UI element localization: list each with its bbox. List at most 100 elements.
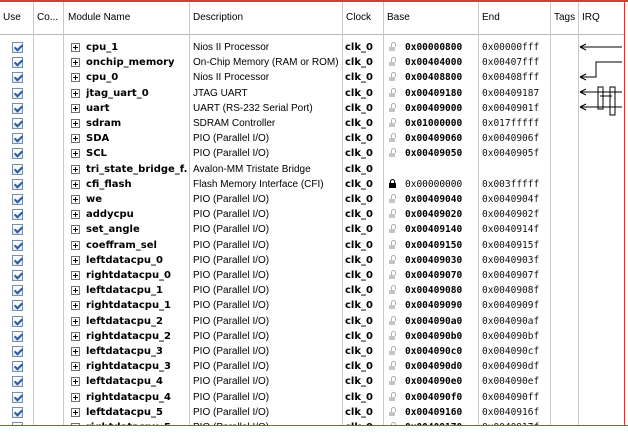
base-address[interactable]: 0x004090d0 xyxy=(405,359,477,374)
expand-plus-icon[interactable] xyxy=(71,407,80,417)
table-row[interactable]: jtag_uart_0 JTAG UART clk_0 0x00409180 0x004… xyxy=(0,86,624,101)
module-name[interactable]: jtag_uart_0 xyxy=(86,86,188,101)
use-checkbox[interactable] xyxy=(12,391,23,403)
table-row[interactable]: tri_state_bridge_f... Avalon-MM Tristate … xyxy=(0,162,624,177)
module-name[interactable]: rightdatacpu_4 xyxy=(86,390,188,405)
unlocked-icon[interactable] xyxy=(389,330,396,340)
unlocked-icon[interactable] xyxy=(389,300,396,310)
irq-connection-icon[interactable] xyxy=(578,40,624,120)
base-address[interactable]: 0x00409070 xyxy=(405,268,477,283)
expand-plus-icon[interactable] xyxy=(71,134,80,144)
clock-source[interactable]: clk_0 xyxy=(345,55,382,70)
clock-source[interactable]: clk_0 xyxy=(345,359,382,374)
column-header-clock[interactable]: Clock xyxy=(343,2,381,35)
column-header-connections[interactable]: Co... xyxy=(34,2,62,35)
expand-plus-icon[interactable] xyxy=(71,331,80,341)
unlocked-icon[interactable] xyxy=(389,270,396,279)
base-address[interactable]: 0x00409150 xyxy=(405,238,477,253)
module-name[interactable]: SDA xyxy=(86,131,188,146)
base-address[interactable]: 0x00409020 xyxy=(405,207,477,222)
unlocked-icon[interactable] xyxy=(389,194,396,203)
unlocked-icon[interactable] xyxy=(389,57,396,67)
module-name[interactable]: coeffram_sel xyxy=(86,238,188,253)
use-checkbox[interactable] xyxy=(12,300,23,312)
table-row[interactable]: leftdatacpu_5 PIO (Parallel I/O) clk_0 0x00… xyxy=(0,405,624,420)
use-checkbox[interactable] xyxy=(12,133,23,145)
base-address[interactable]: 0x004090f0 xyxy=(405,390,477,405)
clock-source[interactable]: clk_0 xyxy=(345,70,382,85)
module-name[interactable]: cfi_flash xyxy=(86,177,188,192)
table-row[interactable]: leftdatacpu_0 PIO (Parallel I/O) clk_0 0x00… xyxy=(0,253,624,268)
expand-plus-icon[interactable] xyxy=(71,88,80,98)
expand-plus-icon[interactable] xyxy=(71,225,80,235)
use-checkbox[interactable] xyxy=(12,346,23,357)
table-row[interactable]: coeffram_sel PIO (Parallel I/O) clk_0 0x004… xyxy=(0,238,624,253)
unlocked-icon[interactable] xyxy=(389,391,396,401)
base-address[interactable]: 0x00409050 xyxy=(405,146,477,161)
base-address[interactable]: 0x00409030 xyxy=(405,253,477,268)
expand-plus-icon[interactable] xyxy=(71,377,80,387)
table-row[interactable]: rightdatacpu_1 PIO (Parallel I/O) clk_0 0x0… xyxy=(0,298,624,313)
base-address[interactable]: 0x00409040 xyxy=(405,192,477,207)
clock-source[interactable]: clk_0 xyxy=(345,314,382,329)
column-header-irq[interactable]: IRQ xyxy=(579,2,624,35)
module-name[interactable]: addycpu xyxy=(86,207,188,222)
unlocked-icon[interactable] xyxy=(389,361,396,371)
expand-plus-icon[interactable] xyxy=(71,149,80,159)
column-header-use[interactable]: Use xyxy=(0,2,32,35)
use-checkbox[interactable] xyxy=(12,315,23,327)
base-address[interactable]: 0x01000000 xyxy=(405,116,477,131)
expand-plus-icon[interactable] xyxy=(71,286,80,296)
use-checkbox[interactable] xyxy=(12,209,23,221)
use-checkbox[interactable] xyxy=(12,330,23,342)
module-name[interactable]: rightdatacpu_2 xyxy=(86,329,188,344)
expand-plus-icon[interactable] xyxy=(71,255,80,265)
column-header-description[interactable]: Description xyxy=(190,2,340,35)
table-row[interactable]: rightdatacpu_2 PIO (Parallel I/O) clk_0 0x0… xyxy=(0,329,624,344)
unlocked-icon[interactable] xyxy=(389,118,396,127)
unlocked-icon[interactable] xyxy=(389,42,396,51)
unlocked-icon[interactable] xyxy=(389,285,396,295)
expand-plus-icon[interactable] xyxy=(71,347,80,356)
module-name[interactable]: rightdatacpu_0 xyxy=(86,268,188,283)
module-name[interactable]: leftdatacpu_1 xyxy=(86,283,188,298)
use-checkbox[interactable] xyxy=(12,376,23,388)
module-name[interactable]: set_angle xyxy=(86,222,188,237)
clock-source[interactable]: clk_0 xyxy=(345,162,382,177)
clock-source[interactable]: clk_0 xyxy=(345,344,382,359)
unlocked-icon[interactable] xyxy=(389,72,396,82)
module-name[interactable]: cpu_1 xyxy=(86,40,188,55)
expand-plus-icon[interactable] xyxy=(71,103,80,113)
unlocked-icon[interactable] xyxy=(389,148,396,158)
unlocked-icon[interactable] xyxy=(389,209,396,219)
module-name[interactable]: leftdatacpu_5 xyxy=(86,405,188,420)
module-name[interactable]: onchip_memory xyxy=(86,55,188,70)
use-checkbox[interactable] xyxy=(12,239,23,251)
expand-plus-icon[interactable] xyxy=(71,73,80,83)
table-row[interactable]: leftdatacpu_4 PIO (Parallel I/O) clk_0 0x00… xyxy=(0,374,624,389)
column-header-base[interactable]: Base xyxy=(384,2,476,35)
clock-source[interactable]: clk_0 xyxy=(345,116,382,131)
use-checkbox[interactable] xyxy=(12,406,23,418)
table-row[interactable]: sdram SDRAM Controller clk_0 0x01000000 0x01… xyxy=(0,116,624,131)
expand-plus-icon[interactable] xyxy=(71,392,80,402)
module-name[interactable]: leftdatacpu_0 xyxy=(86,253,188,268)
clock-source[interactable]: clk_0 xyxy=(345,177,382,192)
unlocked-icon[interactable] xyxy=(389,239,396,249)
table-row[interactable]: addycpu PIO (Parallel I/O) clk_0 0x00409020… xyxy=(0,207,624,222)
clock-source[interactable]: clk_0 xyxy=(345,238,382,253)
base-address[interactable] xyxy=(405,162,477,177)
table-row[interactable]: leftdatacpu_2 PIO (Parallel I/O) clk_0 0x00… xyxy=(0,314,624,329)
expand-plus-icon[interactable] xyxy=(71,179,80,189)
clock-source[interactable]: clk_0 xyxy=(345,253,382,268)
table-row[interactable]: rightdatacpu_0 PIO (Parallel I/O) clk_0 0x0… xyxy=(0,268,624,283)
clock-source[interactable]: clk_0 xyxy=(345,405,382,420)
column-header-tags[interactable]: Tags xyxy=(551,2,577,35)
clock-source[interactable]: clk_0 xyxy=(345,207,382,222)
base-address[interactable]: 0x00409140 xyxy=(405,222,477,237)
table-row[interactable]: cpu_1 Nios II Processor clk_0 0x00000800 0x0… xyxy=(0,40,624,55)
module-name[interactable]: leftdatacpu_4 xyxy=(86,374,188,389)
table-row[interactable]: leftdatacpu_1 PIO (Parallel I/O) clk_0 0x00… xyxy=(0,283,624,298)
module-name[interactable]: leftdatacpu_3 xyxy=(86,344,188,359)
locked-icon[interactable] xyxy=(389,178,396,188)
